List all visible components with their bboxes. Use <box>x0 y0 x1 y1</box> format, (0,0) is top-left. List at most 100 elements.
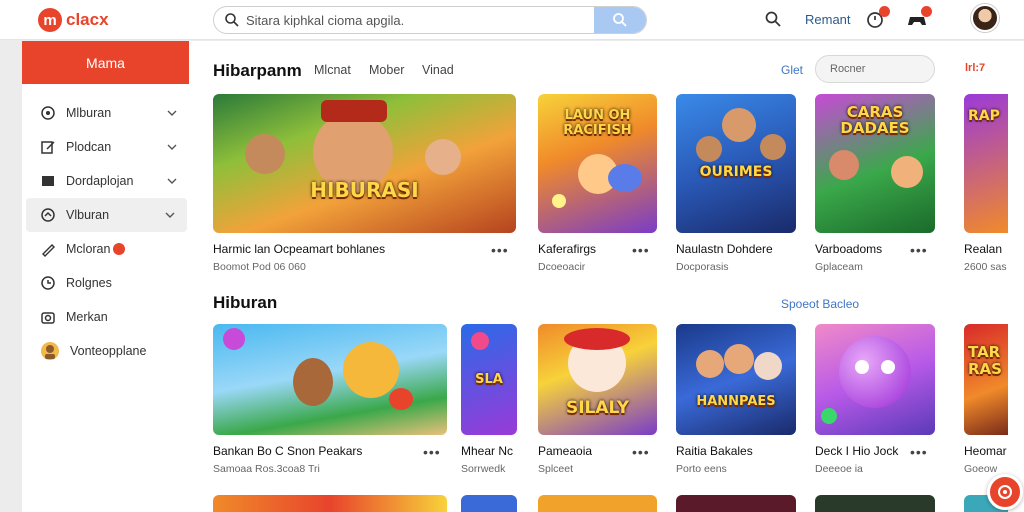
game-thumbnail-partial[interactable] <box>676 495 796 512</box>
top-bar: m clacx Remant <box>0 0 1024 40</box>
more-options-icon[interactable]: ••• <box>491 242 509 258</box>
more-options-icon[interactable]: ••• <box>910 242 928 258</box>
game-card[interactable]: CARAS DADAES Varboadoms Gplaceam ••• <box>815 94 935 273</box>
search-icon[interactable] <box>764 10 782 28</box>
card-title: Realan <box>964 242 1003 256</box>
more-options-icon[interactable]: ••• <box>423 444 441 460</box>
game-art-title: SILALY <box>565 398 630 418</box>
sidebar-item-mcloran[interactable]: Mcloran <box>22 232 189 266</box>
card-title: Pameaoia <box>538 444 593 458</box>
game-art-title: CARAS DADAES <box>840 103 910 137</box>
game-thumbnail-partial[interactable] <box>213 495 447 512</box>
game-card[interactable]: HIBURASI Harmic lan Ocpeamart bohlanes B… <box>213 94 516 273</box>
game-card[interactable]: TAR RAS Heomar Goeow <box>964 324 1008 475</box>
section-title: Hiburan <box>213 293 278 312</box>
section-link[interactable]: Glet <box>781 63 803 77</box>
card-subtitle: Dcoeoacir <box>538 261 586 273</box>
game-card[interactable]: Bankan Bo C Snon Peakars Samoaa Ros.3coa… <box>213 324 447 475</box>
sidebar-item-label: Vlburan <box>66 208 110 222</box>
more-options-icon[interactable]: ••• <box>632 444 650 460</box>
logo-text: clacx <box>66 10 109 29</box>
card-title: Mhear Nc <box>461 444 514 458</box>
card-subtitle: Goeow <box>964 463 998 475</box>
header-link[interactable]: Remant <box>805 12 851 27</box>
card-title: Bankan Bo C Snon Peakars <box>213 444 363 458</box>
square-icon <box>42 176 54 186</box>
avatar-icon <box>41 342 59 360</box>
sidebar-item-plodcan[interactable]: Plodcan <box>22 130 189 164</box>
circle-info-icon <box>41 106 55 120</box>
card-title: Deck I Hio Jock <box>815 444 899 458</box>
game-art-title: RAP <box>968 108 1000 124</box>
game-thumbnail-partial[interactable] <box>461 495 517 512</box>
more-options-icon[interactable]: ••• <box>910 444 928 460</box>
game-thumbnail: CARAS DADAES <box>815 94 935 233</box>
notification-dot <box>879 6 890 17</box>
card-title: Harmic lan Ocpeamart bohlanes <box>213 242 386 256</box>
sidebar-item-label: Plodcan <box>66 140 112 154</box>
messages-button[interactable] <box>906 6 932 32</box>
search-input[interactable] <box>246 7 596 33</box>
notification-badge <box>113 243 126 255</box>
game-thumbnail-partial[interactable] <box>815 495 935 512</box>
card-title: Naulastn Dohdere <box>676 242 773 256</box>
camera-icon <box>41 312 55 324</box>
sidebar-item-label: Dordaplojan <box>66 174 134 188</box>
game-thumbnail-partial[interactable] <box>538 495 657 512</box>
chevron-down-icon <box>167 178 177 184</box>
chevron-down-icon <box>167 110 177 116</box>
chevron-down-icon <box>167 144 177 150</box>
game-art-title: LAUN OH RACIFISH <box>563 108 632 138</box>
sidebar: Mama Mlburan Plodcan Dordaplojan Vlburan… <box>22 41 189 512</box>
chevron-down-icon <box>165 212 175 218</box>
chat-icon <box>998 485 1012 499</box>
filter-input[interactable]: Rocner <box>815 55 935 83</box>
sidebar-item-dordaplojan[interactable]: Dordaplojan <box>22 164 189 198</box>
card-title: Heomar <box>964 444 1007 458</box>
extra-link[interactable]: lrl:7 <box>965 62 985 74</box>
card-subtitle: Docporasis <box>676 261 729 273</box>
game-thumbnail: RAP <box>964 94 1008 233</box>
main-content: Hibarpanm Mlcnat Mober Vinad Glet Rocner… <box>189 41 1024 512</box>
sidebar-item-mlburan[interactable]: Mlburan <box>22 96 189 130</box>
tab-1[interactable]: Mlcnat <box>314 63 351 77</box>
sidebar-item-vlburan[interactable]: Vlburan <box>26 198 187 232</box>
card-title: Kaferafirgs <box>538 242 597 256</box>
game-card[interactable]: RAP Realan 2600 sas <box>964 94 1008 273</box>
game-art-title: OURIMES <box>699 164 773 180</box>
search-button[interactable] <box>594 7 646 33</box>
game-thumbnail: SLA <box>461 324 517 435</box>
game-art-title: SLA <box>475 372 503 387</box>
sidebar-list: Mlburan Plodcan Dordaplojan Vlburan Mclo… <box>22 84 189 368</box>
game-card[interactable]: Deck I Hio Jock Deeeoe ia ••• <box>815 324 935 475</box>
sidebar-item-vonteopplane[interactable]: Vonteopplane <box>22 334 189 368</box>
sidebar-item-rolgnes[interactable]: Rolgnes <box>22 266 189 300</box>
game-card[interactable]: SLA Mhear Nc Sorrwedk <box>461 324 517 475</box>
sidebar-item-merkan[interactable]: Merkan <box>22 300 189 334</box>
app-logo[interactable]: m clacx <box>38 8 109 32</box>
game-thumbnail: LAUN OH RACIFISH <box>538 94 657 233</box>
card-subtitle: Porto eens <box>676 463 727 475</box>
game-card[interactable]: HANNPAES Raitia Bakales Porto eens <box>676 324 796 475</box>
gauge-icon <box>41 208 55 222</box>
notification-button[interactable] <box>864 6 890 32</box>
card-subtitle: Sorrwedk <box>461 463 506 475</box>
chat-button[interactable] <box>987 474 1023 510</box>
game-art-title: TAR RAS <box>968 343 1002 378</box>
game-thumbnail <box>815 324 935 435</box>
section-title: Hibarpanm <box>213 61 302 80</box>
tab-3[interactable]: Vinad <box>422 63 454 77</box>
card-title: Raitia Bakales <box>676 444 753 458</box>
more-options-icon[interactable]: ••• <box>632 242 650 258</box>
game-art-title: HIBURASI <box>310 178 419 202</box>
sidebar-header[interactable]: Mama <box>22 41 189 84</box>
section-link[interactable]: Spoeot Bacleo <box>781 297 859 311</box>
tab-2[interactable]: Mober <box>369 63 404 77</box>
game-thumbnail <box>213 324 447 435</box>
game-card[interactable]: SILALY Pameaoia Splceet ••• <box>538 324 657 475</box>
game-card[interactable]: LAUN OH RACIFISH Kaferafirgs Dcoeoacir •… <box>538 94 657 273</box>
user-avatar[interactable] <box>971 4 999 32</box>
game-card[interactable]: OURIMES Naulastn Dohdere Docporasis <box>676 94 796 273</box>
game-thumbnail: HIBURASI <box>213 94 516 233</box>
game-art-title: HANNPAES <box>696 394 776 409</box>
